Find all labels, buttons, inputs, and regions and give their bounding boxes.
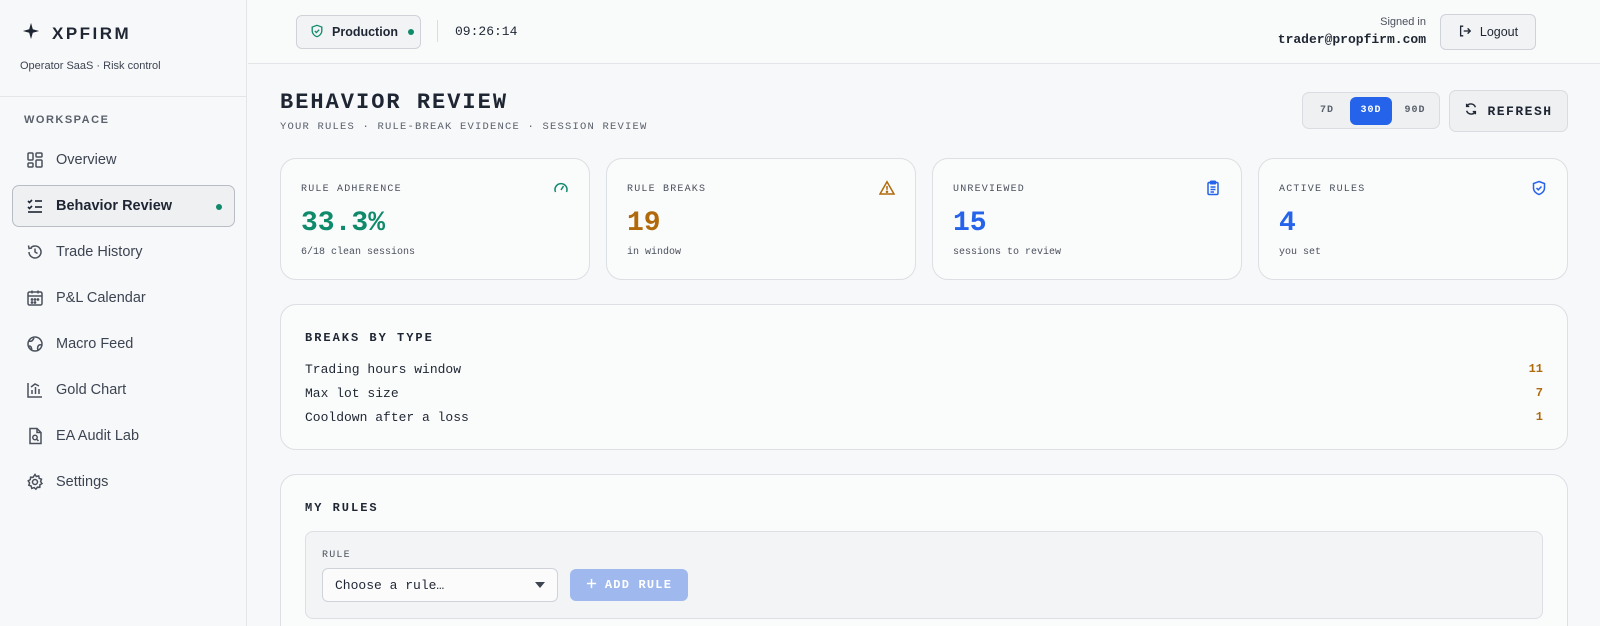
add-rule-form: RULE Choose a rule… ADD RULE [305, 531, 1543, 619]
logout-button[interactable]: Logout [1440, 14, 1536, 50]
list-item: Max lot size 7 [305, 383, 1543, 403]
refresh-button[interactable]: REFRESH [1449, 90, 1568, 132]
sidebar-item-label: Overview [56, 152, 117, 168]
logout-label: Logout [1479, 25, 1519, 39]
sidebar-nav: Overview Behavior Review Trade History P… [12, 139, 235, 507]
environment-label: Production [332, 25, 398, 39]
add-rule-button[interactable]: ADD RULE [570, 569, 688, 601]
sidebar-item-gold-chart[interactable]: Gold Chart [12, 369, 235, 411]
my-rules-panel: MY RULES RULE Choose a rule… ADD RULE [280, 474, 1568, 626]
environment-selector[interactable]: Production [296, 15, 421, 49]
stat-note: you set [1279, 247, 1322, 258]
topbar-divider [437, 20, 438, 42]
stat-value: 15 [953, 208, 987, 239]
user-email: trader@propfirm.com [1277, 32, 1426, 47]
stat-note: sessions to review [953, 247, 1062, 258]
warning-icon [878, 180, 896, 196]
sidebar-item-label: P&L Calendar [56, 290, 146, 306]
break-type-label: Trading hours window [305, 361, 462, 377]
stat-label: ACTIVE RULES [1279, 184, 1366, 195]
stat-card-rule-adherence: RULE ADHERENCE 33.3% 6/18 clean sessions [280, 158, 590, 280]
brand-name: XPFIRM [52, 23, 132, 43]
stat-value: 33.3% [301, 208, 386, 239]
rule-select[interactable]: Choose a rule… [322, 568, 558, 602]
range-30d-button[interactable]: 30D [1350, 96, 1392, 125]
sidebar-item-trade-history[interactable]: Trade History [12, 231, 235, 273]
logout-icon [1458, 24, 1472, 41]
break-type-label: Cooldown after a loss [305, 409, 469, 425]
range-90d-button[interactable]: 90D [1394, 97, 1436, 125]
breaks-by-type-panel: BREAKS BY TYPE Trading hours window 11 M… [280, 304, 1568, 450]
caret-down-icon [535, 582, 545, 588]
stat-label: RULE BREAKS [627, 184, 707, 195]
refresh-label: REFRESH [1487, 103, 1553, 119]
break-count: 1 [1535, 410, 1543, 424]
sidebar-item-label: Gold Chart [56, 382, 127, 398]
break-count: 11 [1528, 362, 1543, 376]
history-icon [26, 243, 44, 261]
break-type-label: Max lot size [305, 385, 399, 401]
workspace-label: WORKSPACE [24, 114, 110, 126]
sidebar-item-pnl-calendar[interactable]: P&L Calendar [12, 277, 235, 319]
section-title: BREAKS BY TYPE [305, 331, 434, 345]
plus-icon [586, 578, 597, 593]
stat-note: in window [627, 247, 682, 258]
sidebar-item-behavior-review[interactable]: Behavior Review [12, 185, 235, 227]
stat-label: RULE ADHERENCE [301, 184, 402, 195]
status-dot [407, 29, 414, 35]
refresh-icon [1464, 102, 1478, 120]
stat-value: 4 [1279, 208, 1296, 239]
sidebar: XPFIRM Operator SaaS · Risk control WORK… [0, 0, 247, 626]
checklist-icon [26, 197, 44, 215]
page-subtitle: YOUR RULES · RULE-BREAK EVIDENCE · SESSI… [280, 121, 648, 133]
section-title: MY RULES [305, 501, 379, 515]
sidebar-item-label: Behavior Review [56, 198, 173, 214]
calendar-icon [26, 289, 44, 307]
shield-icon [1531, 180, 1547, 196]
sidebar-item-macro-feed[interactable]: Macro Feed [12, 323, 235, 365]
stat-note: 6/18 clean sessions [301, 247, 416, 258]
topbar: Production 09:26:14 Signed in trader@pro… [248, 0, 1600, 64]
sparkle-logo-icon [22, 22, 40, 45]
stat-label: UNREVIEWED [953, 184, 1026, 195]
gear-icon [26, 473, 44, 491]
break-count: 7 [1535, 386, 1543, 400]
shield-check-icon [310, 24, 324, 41]
stat-card-unreviewed: UNREVIEWED 15 sessions to review [932, 158, 1242, 280]
brand-subtitle: Operator SaaS · Risk control [20, 60, 161, 72]
clock: 09:26:14 [455, 24, 518, 39]
gauge-icon [553, 180, 569, 196]
list-item: Trading hours window 11 [305, 359, 1543, 379]
active-indicator-dot [216, 204, 222, 210]
chart-icon [26, 381, 44, 399]
sidebar-item-label: Macro Feed [56, 336, 134, 352]
stat-value: 19 [627, 208, 661, 239]
rule-select-value: Choose a rule… [335, 577, 445, 593]
stat-card-active-rules: ACTIVE RULES 4 you set [1258, 158, 1568, 280]
sidebar-item-label: Trade History [56, 244, 143, 260]
sidebar-item-label: Settings [56, 474, 109, 490]
sidebar-item-ea-audit-lab[interactable]: EA Audit Lab [12, 415, 235, 457]
range-7d-button[interactable]: 7D [1306, 97, 1348, 125]
rule-field-label: RULE [322, 550, 351, 561]
range-selector: 7D 30D 90D [1302, 92, 1440, 129]
sidebar-item-overview[interactable]: Overview [12, 139, 235, 181]
signed-in-label: Signed in [1380, 16, 1426, 28]
file-search-icon [26, 427, 44, 445]
add-rule-label: ADD RULE [604, 578, 673, 592]
brand[interactable]: XPFIRM [22, 22, 131, 45]
sidebar-item-label: EA Audit Lab [56, 428, 140, 444]
sidebar-item-settings[interactable]: Settings [12, 461, 235, 503]
clipboard-icon [1205, 180, 1221, 196]
grid-icon [26, 151, 44, 169]
list-item: Cooldown after a loss 1 [305, 407, 1543, 427]
page-title: BEHAVIOR REVIEW [280, 90, 509, 115]
stat-card-rule-breaks: RULE BREAKS 19 in window [606, 158, 916, 280]
sidebar-divider [0, 96, 247, 97]
globe-icon [26, 335, 44, 353]
